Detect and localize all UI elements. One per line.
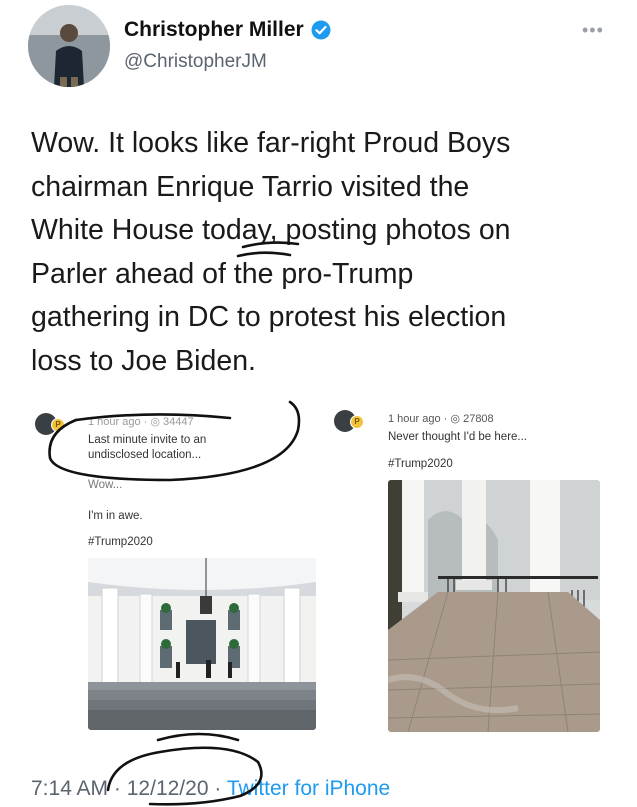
- post-caption: undisclosed location...: [88, 449, 202, 461]
- author-name-row[interactable]: Christopher Miller: [124, 18, 331, 42]
- post-hashtag: #Trump2020: [388, 458, 453, 470]
- separator: ·: [214, 777, 222, 800]
- post-caption: Last minute invite to an: [88, 434, 207, 446]
- parler-badge-icon: P: [350, 415, 364, 429]
- tweet-date[interactable]: 12/12/20: [127, 777, 209, 800]
- tweet-text: Wow. It looks like far-right Proud Boys …: [31, 127, 511, 377]
- post-hashtag: #Trump2020: [88, 536, 153, 548]
- post-time: 1 hour ago: [388, 413, 441, 425]
- author-name[interactable]: Christopher Miller: [124, 18, 304, 42]
- post-caption: Never thought I'd be here...: [388, 431, 528, 443]
- tweet-source-link[interactable]: Twitter for iPhone: [227, 777, 390, 800]
- author-handle[interactable]: @ChristopherJM: [124, 51, 267, 73]
- post-caption: Wow...: [88, 479, 123, 491]
- more-options-icon[interactable]: •••: [582, 20, 604, 41]
- verified-badge-icon: [311, 20, 331, 40]
- post-views: 27808: [463, 413, 494, 425]
- post-meta: 1 hour ago · ◎ 27808: [388, 413, 494, 425]
- colonnade-photo: [388, 480, 600, 732]
- parler-badge-icon: P: [51, 418, 65, 432]
- white-house-photo: [88, 558, 316, 730]
- separator: ·: [113, 777, 121, 800]
- tweet-time[interactable]: 7:14 AM: [31, 777, 108, 800]
- author-avatar[interactable]: [28, 5, 110, 87]
- views-icon: ◎: [450, 413, 461, 425]
- post-meta: 1 hour ago · ◎ 34447: [88, 416, 194, 428]
- tweet-footer: 7:14 AM · 12/12/20 · Twitter for iPhone: [31, 777, 390, 801]
- post-caption: I'm in awe.: [88, 510, 143, 522]
